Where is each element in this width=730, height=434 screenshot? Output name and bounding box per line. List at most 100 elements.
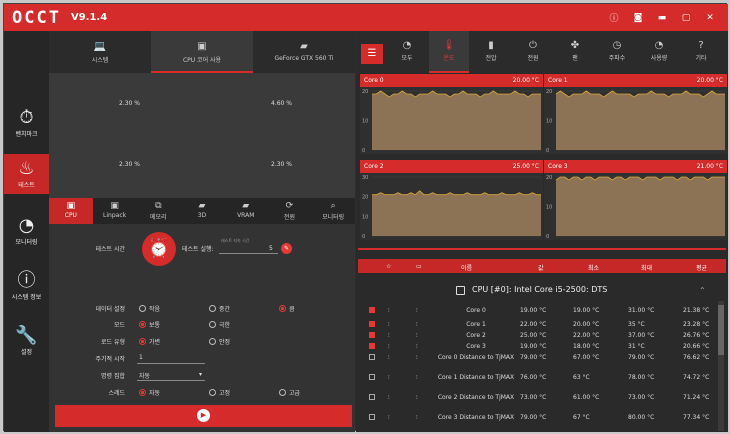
laptop-icon: 💻 — [93, 41, 107, 52]
tab-power[interactable]: ⏻ 전원 — [513, 39, 553, 62]
thermometer-icon: ⫶ — [416, 321, 418, 328]
table-row[interactable]: ⫶ ⫶ Core 1 Distance to TjMAX 76.00 °C 63 °C 7… — [358, 374, 714, 388]
camera-icon[interactable]: ◙ — [626, 13, 650, 23]
row-checkbox[interactable] — [369, 354, 375, 360]
tab-monitoring[interactable]: ⌕ 모니터링 — [311, 198, 355, 224]
sensor-max: 35 °C — [628, 321, 645, 328]
chart-title: Core 1 — [548, 77, 568, 84]
tab-temperature[interactable]: 🌡 온도 — [429, 31, 469, 73]
y-tick-label: 20 — [362, 195, 368, 201]
sensor-name: Core 1 Distance to TjMAX — [437, 374, 515, 381]
y-tick-label: 20 — [362, 89, 368, 95]
info-icon[interactable]: ⓘ — [602, 11, 626, 24]
play-icon[interactable]: ▶ — [197, 409, 210, 422]
tab-fan[interactable]: ✤ 팬 — [555, 39, 595, 62]
radio-load-variable[interactable]: 가변 — [139, 337, 160, 346]
sensor-avg: 20.66 °C — [683, 343, 710, 350]
row-checkbox[interactable] — [369, 394, 375, 400]
tab-cpu-core-usage[interactable]: ▣ CPU 코어 사용 — [151, 31, 253, 73]
col-min[interactable]: 최소 — [588, 263, 599, 272]
tab-linpack[interactable]: ▣ Linpack — [93, 198, 137, 224]
chart-temp: 20.00 °C — [696, 77, 723, 84]
chevron-up-icon[interactable]: ⌃ — [699, 286, 706, 295]
temperature-area — [556, 91, 725, 150]
sidebar-item-settings[interactable]: 🔧 설정 — [4, 321, 49, 361]
start-test-bar[interactable]: ▶ — [55, 405, 352, 427]
test-type-tabs: ▣ CPU ▣ Linpack ⧉ 메모리 ▰ 3D ▰ VRAM ⟳ 전원 ⌕ 모니터링 — [49, 198, 355, 224]
row-checkbox[interactable] — [369, 332, 375, 338]
tab-vram[interactable]: ▰ VRAM — [224, 198, 268, 224]
table-scrollbar[interactable] — [718, 301, 724, 431]
tab-all[interactable]: ◔ 모두 — [387, 39, 427, 62]
radio-data-large[interactable]: 큼 — [279, 304, 295, 313]
tab-voltage[interactable]: ▮ 전압 — [471, 39, 511, 62]
radio-mode-extreme[interactable]: 극한 — [209, 320, 230, 329]
sensor-avg: 21.38 °C — [683, 307, 710, 314]
table-row[interactable]: ⫶ ⫶ Core 0 Distance to TjMAX 79.00 °C 67.00 … — [358, 354, 714, 368]
tab-power[interactable]: ⟳ 전원 — [268, 198, 312, 224]
y-tick-label: 10 — [362, 214, 368, 220]
table-row[interactable]: ⫶ ⫶ Core 3 Distance to TjMAX 79.00 °C 67 °C 8… — [358, 414, 714, 428]
dropdown-caret-icon[interactable]: ▾ — [199, 371, 202, 378]
duration-adjust-button[interactable]: ✎ — [281, 243, 292, 254]
chip-icon: ▣ — [110, 201, 119, 211]
sidebar-item-benchmark[interactable]: ⏱ 벤치마크 — [4, 103, 49, 143]
tab-frequency[interactable]: ◷ 주파수 — [597, 39, 637, 62]
sidebar-item-monitoring[interactable]: ◔ 모니터링 — [4, 211, 49, 251]
minimize-icon[interactable]: ▬ — [650, 13, 674, 23]
instruction-set-select[interactable]: 자동 — [139, 371, 150, 380]
col-name[interactable]: 이름 — [461, 263, 472, 272]
tab-system[interactable]: 💻 시스템 — [49, 31, 151, 73]
sidebar-item-test[interactable]: ♨ 테스트 — [4, 154, 49, 194]
alarm-clock-icon[interactable]: ⏰ — [142, 232, 176, 266]
row-checkbox[interactable] — [369, 343, 375, 349]
cycle-start-input[interactable]: 1 — [139, 354, 143, 361]
radio-data-medium[interactable]: 중간 — [209, 304, 230, 313]
sidebar: ⏱ 벤치마크 ♨ 테스트 ◔ 모니터링 ⓘ 시스템 정보 🔧 설정 — [4, 31, 49, 432]
y-tick-label: 20 — [546, 175, 552, 181]
battery-icon: ▮ — [488, 40, 494, 51]
y-tick-label: 0 — [362, 234, 365, 240]
sidebar-item-system-info[interactable]: ⓘ 시스템 정보 — [4, 266, 49, 306]
tab-3d[interactable]: ▰ 3D — [180, 198, 224, 224]
chart-title: Core 2 — [364, 163, 384, 170]
maximize-icon[interactable]: ▢ — [674, 13, 698, 23]
table-row[interactable]: ⫶ ⫶ Core 2 Distance to TjMAX 73.00 °C 61.00 … — [358, 394, 714, 408]
cycle-start-row: 주기적 시작 1 — [49, 354, 355, 368]
mode-row: 모드 보통 극한 — [113, 320, 231, 329]
close-icon[interactable]: ✕ — [698, 13, 722, 23]
radio-data-small[interactable]: 작음 — [139, 304, 160, 313]
row-checkbox[interactable] — [369, 374, 375, 380]
thermometer-icon: ⫶ — [416, 332, 418, 339]
chart-temp: 25.00 °C — [512, 163, 539, 170]
star-icon[interactable]: ☆ — [386, 263, 391, 270]
test-panel: 💻 시스템 ▣ CPU 코어 사용 ▰ GeForce GTX 560 Ti 2.30… — [49, 31, 355, 432]
tab-usage[interactable]: ◔ 사용량 — [639, 39, 679, 62]
tab-gpu[interactable]: ▰ GeForce GTX 560 Ti — [253, 31, 355, 73]
col-value[interactable]: 값 — [538, 263, 544, 272]
power-icon: ⟳ — [285, 201, 294, 211]
table-row[interactable]: ⫶ ⫶ Core 0 19.00 °C 19.00 °C 31.00 °C 21.38 °C — [358, 307, 714, 321]
tab-other[interactable]: ? 기타 — [681, 39, 721, 62]
menu-icon[interactable]: ☰ — [361, 44, 383, 64]
row-checkbox[interactable] — [369, 307, 375, 313]
core-usage-value: 2.30 % — [271, 161, 292, 168]
sensor-group-title: CPU [#0]: Intel Core i5-2500: DTS — [472, 285, 608, 294]
radio-mode-normal[interactable]: 보통 — [139, 320, 160, 329]
panel-splitter[interactable] — [358, 248, 726, 250]
radio-threads-auto[interactable]: 자동 — [139, 388, 160, 397]
radio-threads-fixed[interactable]: 고정 — [209, 388, 230, 397]
col-avg[interactable]: 평균 — [696, 263, 707, 272]
row-checkbox[interactable] — [369, 321, 375, 327]
sensor-avg: 76.62 °C — [683, 354, 710, 361]
row-checkbox[interactable] — [369, 414, 375, 420]
radio-threads-advanced[interactable]: 고급 — [279, 388, 300, 397]
tab-memory[interactable]: ⧉ 메모리 — [136, 198, 180, 224]
test-duration-input[interactable]: 5 — [269, 245, 273, 252]
radio-load-stable[interactable]: 안정 — [209, 337, 230, 346]
tab-cpu[interactable]: ▣ CPU — [49, 198, 93, 224]
sensor-min: 18.00 °C — [573, 343, 600, 350]
col-max[interactable]: 최대 — [641, 263, 652, 272]
laptop-icon: ▭ — [416, 263, 422, 270]
chart-title: Core 3 — [548, 163, 568, 170]
